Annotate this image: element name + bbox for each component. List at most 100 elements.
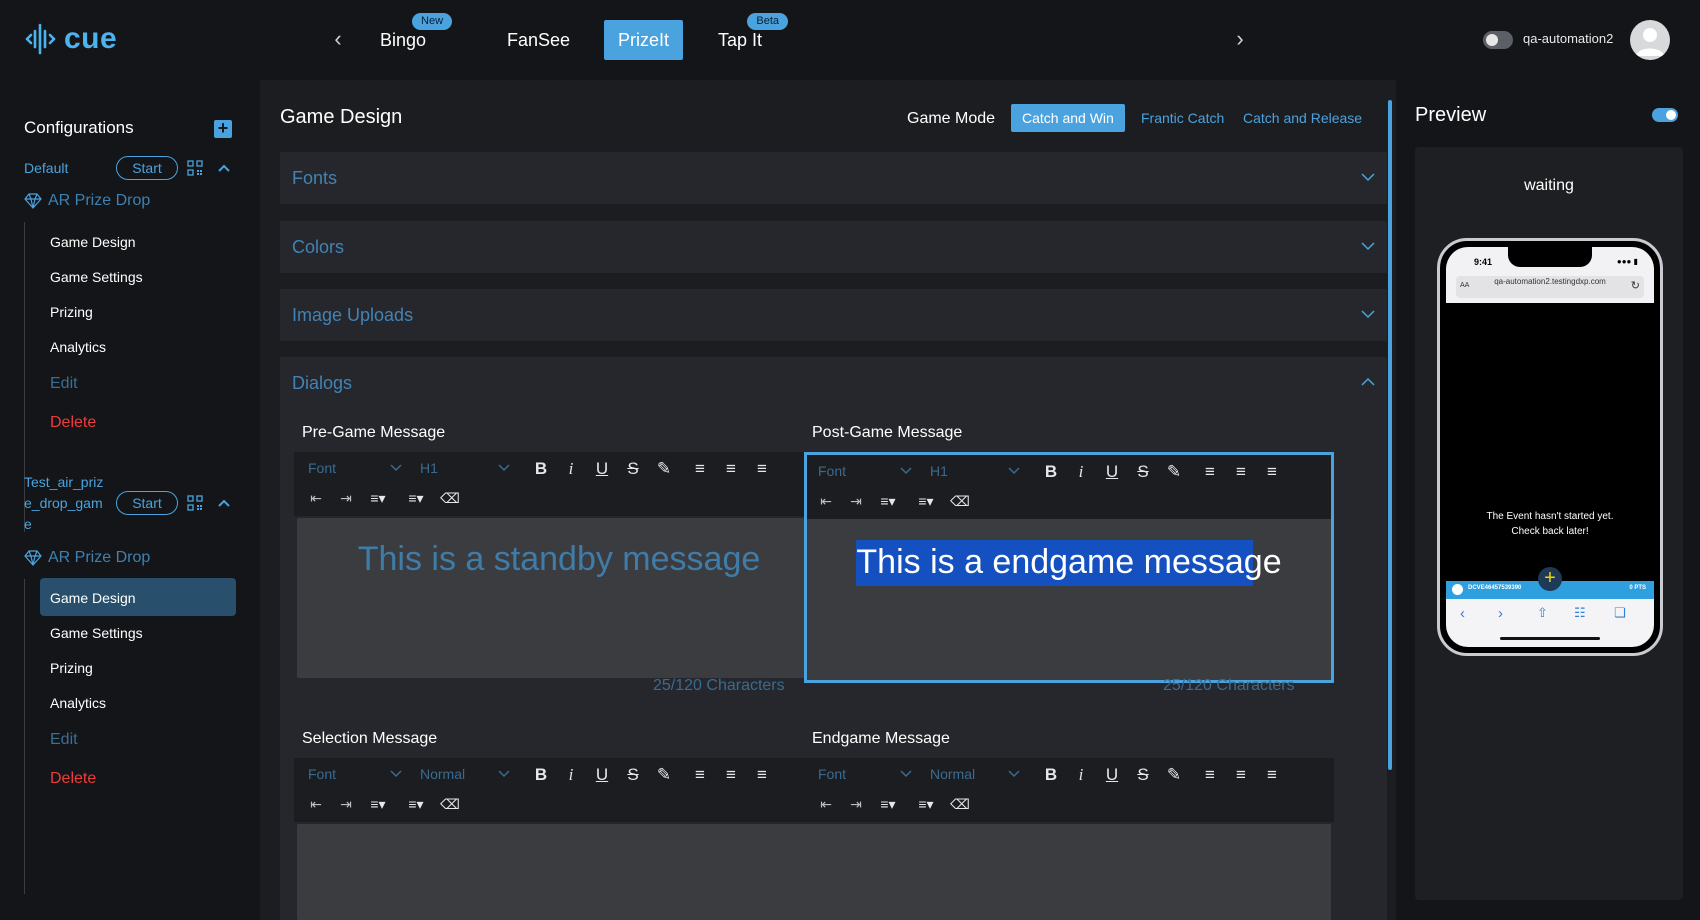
underline-icon[interactable]: U [591,458,613,480]
bullet-list-icon[interactable]: ≡▾ [912,491,940,511]
italic-icon[interactable]: i [560,458,582,480]
scrollbar[interactable] [1388,100,1392,770]
chevron-down-icon[interactable] [498,770,510,778]
font-select[interactable]: Font [308,460,336,476]
align-center-icon[interactable]: ≡ [1230,764,1252,786]
config-name[interactable]: Default [24,158,68,179]
chevron-down-icon[interactable] [900,467,912,475]
accordion-colors[interactable]: Colors [280,221,1387,273]
chevron-down-icon[interactable] [390,770,402,778]
strikethrough-icon[interactable]: S [1132,764,1154,786]
start-button[interactable]: Start [116,156,178,180]
underline-icon[interactable]: U [591,764,613,786]
align-center-icon[interactable]: ≡ [720,458,742,480]
indent-icon[interactable]: ⇥ [842,491,870,511]
heading-select[interactable]: H1 [420,460,438,476]
font-select[interactable]: Font [818,463,846,479]
chevron-down-icon[interactable] [1008,467,1020,475]
strikethrough-icon[interactable]: S [622,458,644,480]
chevron-down-icon[interactable] [390,464,402,472]
tab-tap-it[interactable]: Tap It Beta [704,13,789,60]
underline-icon[interactable]: U [1101,764,1123,786]
ordered-list-icon[interactable]: ≡▾ [364,794,392,814]
bullet-list-icon[interactable]: ≡▾ [912,794,940,814]
italic-icon[interactable]: i [560,764,582,786]
editor-content[interactable] [297,824,821,920]
align-right-icon[interactable]: ≡ [1261,461,1283,483]
qr-code-icon[interactable] [187,495,203,511]
sidebar-item-game-settings[interactable]: Game Settings [50,625,143,641]
bold-icon[interactable]: B [530,764,552,786]
chevron-up-icon[interactable] [216,160,232,176]
italic-icon[interactable]: i [1070,461,1092,483]
accordion-title[interactable]: Dialogs [292,373,352,394]
size-select[interactable]: Normal [930,766,975,782]
eraser-icon[interactable]: ⌫ [436,488,464,508]
underline-icon[interactable]: U [1101,461,1123,483]
outdent-icon[interactable]: ⇤ [302,794,330,814]
align-left-icon[interactable]: ≡ [1199,764,1221,786]
highlighter-icon[interactable]: ✎ [1163,764,1185,786]
sidebar-item-analytics[interactable]: Analytics [50,695,106,711]
strikethrough-icon[interactable]: S [1132,461,1154,483]
font-select[interactable]: Font [308,766,336,782]
accordion-image-uploads[interactable]: Image Uploads [280,289,1387,341]
mode-frantic-catch[interactable]: Frantic Catch [1130,104,1235,132]
align-left-icon[interactable]: ≡ [1199,461,1221,483]
nav-next-icon[interactable]: › [1228,26,1252,54]
eraser-icon[interactable]: ⌫ [946,794,974,814]
start-button[interactable]: Start [116,491,178,515]
font-select[interactable]: Font [818,766,846,782]
sidebar-item-game-design[interactable]: Game Design [50,590,136,606]
sidebar-item-analytics[interactable]: Analytics [50,339,106,355]
align-center-icon[interactable]: ≡ [1230,461,1252,483]
accordion-fonts[interactable]: Fonts [280,152,1387,204]
outdent-icon[interactable]: ⇤ [812,491,840,511]
chevron-down-icon[interactable] [498,464,510,472]
delete-link[interactable]: Delete [50,770,96,788]
align-right-icon[interactable]: ≡ [751,458,773,480]
sidebar-item-game-settings[interactable]: Game Settings [50,269,143,285]
chevron-down-icon[interactable] [900,770,912,778]
strikethrough-icon[interactable]: S [622,764,644,786]
config-name[interactable]: Test_air_priz e_drop_gam e [24,472,103,535]
highlighter-icon[interactable]: ✎ [653,764,675,786]
align-center-icon[interactable]: ≡ [720,764,742,786]
outdent-icon[interactable]: ⇤ [302,488,330,508]
tab-prizeit[interactable]: PrizeIt [604,20,684,60]
eraser-icon[interactable]: ⌫ [436,794,464,814]
size-select[interactable]: Normal [420,766,465,782]
align-right-icon[interactable]: ≡ [751,764,773,786]
bullet-list-icon[interactable]: ≡▾ [402,488,430,508]
add-configuration-button[interactable]: + [214,119,232,138]
delete-link[interactable]: Delete [50,414,96,432]
chevron-down-icon[interactable] [1008,770,1020,778]
highlighter-icon[interactable]: ✎ [1163,461,1185,483]
ordered-list-icon[interactable]: ≡▾ [874,491,902,511]
sidebar-item-prizing[interactable]: Prizing [50,660,93,676]
highlighter-icon[interactable]: ✎ [653,458,675,480]
qr-code-icon[interactable] [187,160,203,176]
bold-icon[interactable]: B [1040,461,1062,483]
align-left-icon[interactable]: ≡ [689,764,711,786]
sidebar-item-game-design[interactable]: Game Design [50,234,136,250]
heading-select[interactable]: H1 [930,463,948,479]
bold-icon[interactable]: B [530,458,552,480]
align-right-icon[interactable]: ≡ [1261,764,1283,786]
cue-logo[interactable]: cue [24,22,117,56]
edit-link[interactable]: Edit [50,375,78,393]
eraser-icon[interactable]: ⌫ [946,491,974,511]
bullet-list-icon[interactable]: ≡▾ [402,794,430,814]
align-left-icon[interactable]: ≡ [689,458,711,480]
ordered-list-icon[interactable]: ≡▾ [874,794,902,814]
editor-content[interactable] [807,824,1331,920]
bold-icon[interactable]: B [1040,764,1062,786]
tab-fansee[interactable]: FanSee [493,20,584,60]
indent-icon[interactable]: ⇥ [842,794,870,814]
italic-icon[interactable]: i [1070,764,1092,786]
mode-catch-and-release[interactable]: Catch and Release [1232,104,1373,132]
editor-content[interactable]: This is a standby message [297,518,821,678]
theme-toggle[interactable] [1483,31,1513,49]
indent-icon[interactable]: ⇥ [332,488,360,508]
chevron-up-icon[interactable] [1361,377,1375,387]
